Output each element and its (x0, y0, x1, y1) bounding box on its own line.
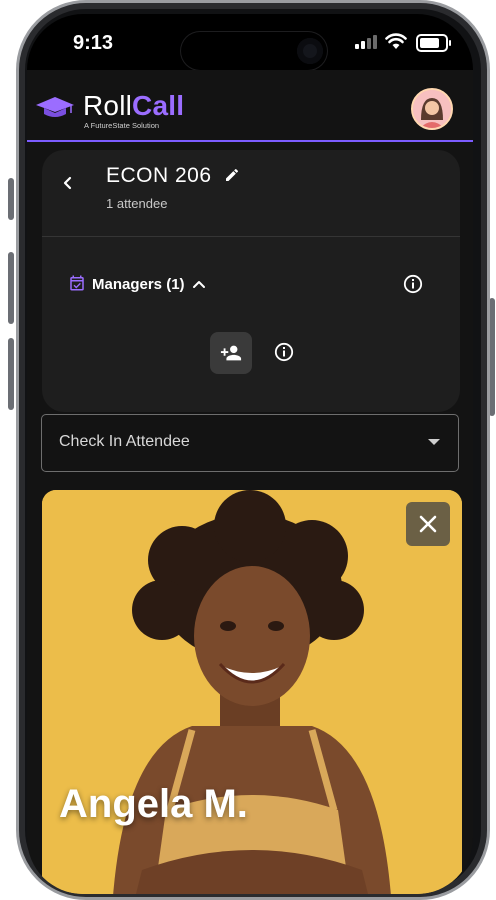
divider (42, 236, 460, 237)
attendee-count: 1 attendee (106, 196, 168, 211)
course-title: ECON 206 (106, 164, 212, 187)
add-manager-button[interactable] (210, 332, 252, 374)
course-card: ECON 206 1 attendee Managers (1) (42, 150, 460, 412)
brand-roll: Roll (83, 90, 133, 121)
side-button-action (8, 178, 14, 220)
check-in-placeholder: Check In Attendee (59, 433, 190, 450)
signal-icon (355, 35, 377, 49)
managers-info-icon[interactable] (403, 274, 423, 294)
check-in-attendee-select[interactable]: Check In Attendee (41, 414, 459, 472)
status-bar: 9:13 (27, 14, 473, 70)
attendee-name: Angela M. (59, 782, 248, 826)
side-button-volume-up (8, 252, 14, 324)
side-button-volume-down (8, 338, 14, 410)
avatar-illustration-icon (413, 90, 451, 128)
status-time: 9:13 (73, 32, 114, 54)
close-icon (419, 515, 437, 533)
close-card-button[interactable] (406, 502, 450, 546)
app-header: RollCall A FutureState Solution (27, 70, 473, 142)
managers-label[interactable]: Managers (1) (92, 276, 185, 293)
person-add-icon (220, 345, 242, 361)
back-chevron-icon[interactable] (61, 176, 75, 190)
add-manager-info-icon[interactable] (274, 342, 294, 362)
dropdown-arrow-icon (428, 439, 440, 445)
brand-call: Call (132, 90, 185, 121)
battery-icon (416, 34, 451, 52)
user-avatar[interactable] (411, 88, 453, 130)
screen: 9:13 RollCall A FutureState Solution ECO… (27, 14, 473, 894)
wifi-icon (385, 33, 407, 49)
camera-icon (297, 38, 323, 64)
attendee-photo (42, 490, 462, 894)
attendee-photo-card: Angela M. (42, 490, 462, 894)
chevron-up-icon[interactable] (192, 278, 206, 290)
calendar-check-icon (70, 275, 84, 291)
app-logo-text: RollCall (83, 90, 184, 122)
edit-pencil-icon[interactable] (224, 167, 240, 183)
app-tagline: A FutureState Solution (84, 121, 160, 130)
graduation-cap-icon (36, 97, 74, 117)
